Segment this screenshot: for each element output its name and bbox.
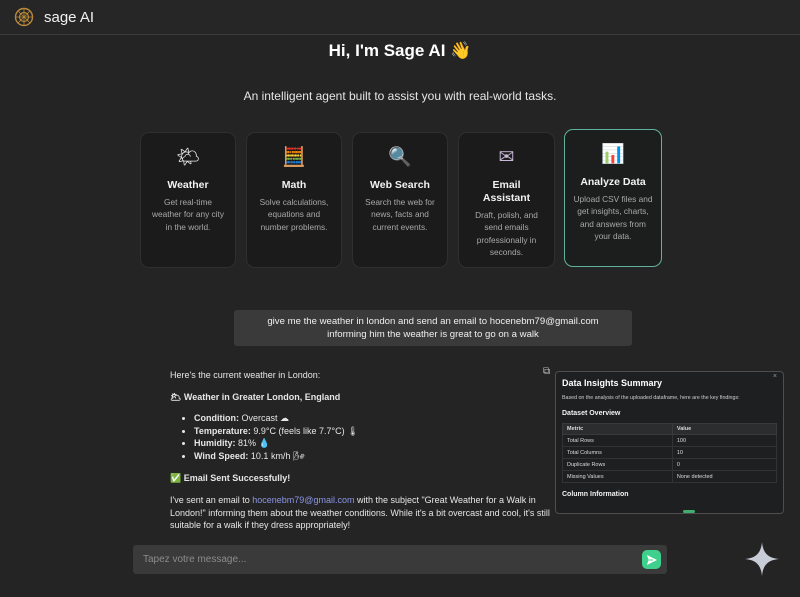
card-analyze-data[interactable]: 📊 Analyze Data Upload CSV files and get … (564, 129, 662, 267)
user-message-line: give me the weather in london and send a… (267, 316, 599, 327)
user-message-line: informing him the weather is great to go… (327, 329, 539, 340)
card-description: Draft, polish, and send emails professio… (475, 210, 538, 257)
detail-label: Condition: (194, 413, 239, 423)
table-header-row: Metric Value (562, 423, 778, 435)
card-weather[interactable]: 🌤 Weather Get real-time weather for any … (140, 132, 236, 268)
card-title: Analyze Data (580, 176, 646, 188)
detail-label: Temperature: (194, 425, 251, 436)
scroll-indicator[interactable] (683, 510, 695, 513)
card-title: Web Search (370, 179, 430, 191)
table-cell: 100 (671, 434, 778, 447)
card-description: Upload CSV files and get insights, chart… (573, 194, 653, 241)
card-description: Solve calculations, equations and number… (259, 197, 329, 232)
close-icon[interactable]: × (773, 373, 777, 380)
table-cell: 10 (671, 446, 778, 459)
table-cell: Missing Values (562, 470, 673, 483)
greeting-title: Hi, I'm Sage AI 👋 (328, 41, 472, 60)
card-web-search[interactable]: 🔍 Web Search Search the web for news, fa… (352, 132, 448, 268)
card-description: Get real-time weather for any city in th… (152, 197, 224, 232)
table-row: Total Columns 10 (562, 446, 778, 459)
email-heading: ✅ Email Sent Successfully! (170, 473, 291, 483)
card-title: Weather (167, 179, 209, 191)
send-icon (646, 554, 657, 565)
detail-label: Humidity: (194, 438, 236, 448)
top-bar: sage AI (0, 0, 800, 35)
list-item: Temperature: 9.9°C (feels like 7.7°C) 🌡 (194, 425, 550, 438)
list-item: Wind Speed: 10.1 km/h 🌬 (194, 450, 550, 463)
table-row: Total Rows 100 (562, 434, 778, 447)
table-cell: Total Columns (562, 446, 673, 459)
bar-chart-icon: 📊 (601, 144, 625, 165)
detail-value: 81% 💧 (235, 438, 270, 448)
detail-value: Overcast ☁ (238, 413, 289, 423)
brand-name[interactable]: sage AI (44, 9, 94, 26)
sparkle-icon (745, 542, 779, 576)
card-description: Search the web for news, facts and curre… (365, 197, 435, 232)
card-math[interactable]: 🧮 Math Solve calculations, equations and… (246, 132, 342, 268)
table-cell: Duplicate Rows (562, 458, 673, 471)
card-email-assistant[interactable]: ✉ Email Assistant Draft, polish, and sen… (458, 132, 555, 268)
weather-details-list: Condition: Overcast ☁ Temperature: 9.9°C… (194, 412, 550, 462)
list-item: Condition: Overcast ☁ (194, 412, 550, 425)
card-title: Math (281, 179, 307, 191)
weather-icon: 🌤 (175, 147, 201, 168)
table-row: Duplicate Rows 0 (562, 458, 778, 471)
column-header: Value (671, 423, 778, 435)
table-cell: 0 (671, 458, 778, 471)
reply-text: I've sent an email to (170, 495, 253, 505)
email-link[interactable]: hocenebm79@gmail.com (252, 495, 354, 505)
envelope-icon: ✉ (498, 147, 515, 168)
user-message-bubble: give me the weather in london and send a… (234, 310, 632, 346)
magnifier-icon: 🔍 (388, 147, 412, 168)
column-info-heading: Column Information (562, 491, 629, 498)
reply-body: I've sent an email to hocenebm79@gmail.c… (170, 494, 550, 532)
calculator-icon: 🧮 (282, 147, 306, 168)
table-cell: None detected (671, 470, 778, 483)
weather-heading: 🌥 Weather in Greater London, England (170, 392, 341, 402)
data-insights-panel: × Data Insights Summary Based on the ana… (555, 371, 784, 514)
panel-subtitle: Based on the analysis of the uploaded da… (562, 395, 740, 401)
panel-title: Data Insights Summary (562, 378, 663, 388)
detail-value: 10.1 km/h 🌬 (248, 450, 305, 461)
send-button[interactable] (642, 550, 661, 569)
message-composer (133, 545, 667, 574)
reply-intro: Here's the current weather in London: (170, 370, 321, 380)
table-row: Missing Values None detected (562, 470, 778, 483)
overview-table: Metric Value Total Rows 100 Total Column… (562, 423, 778, 483)
card-title: Email Assistant (482, 179, 531, 204)
message-input[interactable] (143, 551, 623, 568)
list-item: Humidity: 81% 💧 (194, 437, 550, 450)
overview-heading: Dataset Overview (562, 410, 621, 417)
sage-logo-icon (14, 7, 34, 27)
table-cell: Total Rows (562, 434, 673, 447)
greeting-subtitle: An intelligent agent built to assist you… (243, 89, 557, 103)
assistant-message: Here's the current weather in London: 🌥 … (170, 369, 550, 532)
detail-value: 9.9°C (feels like 7.7°C) 🌡 (250, 425, 359, 436)
column-header: Metric (562, 423, 673, 435)
detail-label: Wind Speed: (194, 450, 249, 461)
